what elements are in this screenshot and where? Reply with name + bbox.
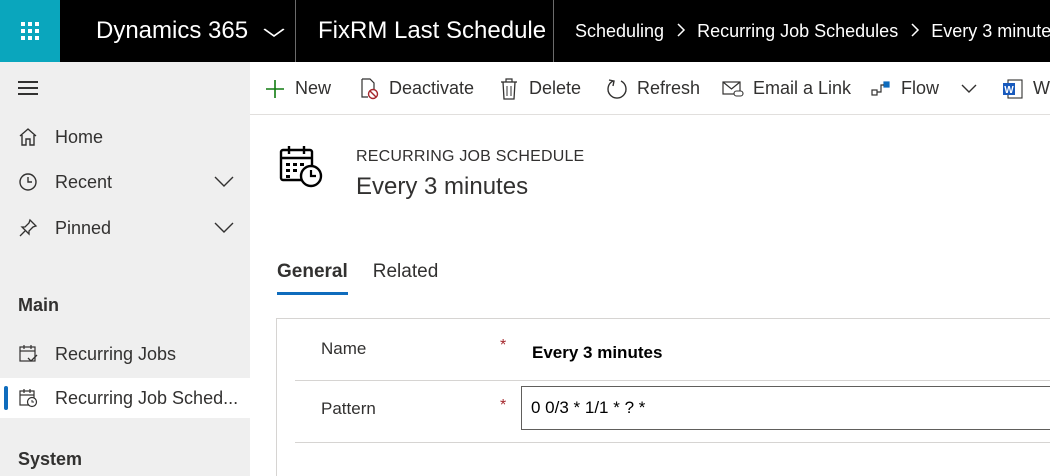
refresh-button[interactable]: Refresh — [606, 62, 701, 114]
required-indicator: * — [500, 397, 507, 414]
app-launcher-button[interactable] — [0, 0, 60, 62]
sidebar-group-title-system: System — [18, 449, 83, 469]
clock-icon — [16, 170, 40, 194]
email-link-button[interactable]: Email a Link — [722, 62, 852, 114]
app-name: Dynamics 365 — [96, 17, 249, 44]
pattern-field-row: Pattern * — [295, 381, 1050, 443]
home-icon — [16, 125, 40, 149]
trash-icon — [498, 77, 520, 100]
flow-button-label: Flow — [901, 78, 940, 98]
sidebar-item-pinned[interactable]: Pinned — [0, 208, 250, 248]
sidebar-item-home[interactable]: Home — [0, 117, 250, 157]
sidebar-item-label: Recurring Jobs — [55, 343, 177, 364]
svg-text:W: W — [1004, 85, 1014, 96]
breadcrumb: Scheduling Recurring Job Schedules Every… — [554, 0, 1050, 62]
word-templates-button-label: Wo — [1033, 78, 1050, 98]
refresh-button-label: Refresh — [637, 78, 701, 98]
sidebar-item-recurring-job-schedules[interactable]: Recurring Job Sched... — [0, 378, 250, 418]
deactivate-icon — [358, 77, 380, 100]
sidebar-item-recent[interactable]: Recent — [0, 162, 250, 202]
sidebar-group-title-main: Main — [18, 295, 60, 315]
required-indicator: * — [500, 337, 507, 354]
word-templates-button[interactable]: W Wo — [1002, 62, 1050, 114]
breadcrumb-item-scheduling[interactable]: Scheduling — [575, 21, 664, 42]
name-field-label: Name — [321, 339, 367, 358]
form-tabs: General Related — [277, 261, 463, 295]
new-button[interactable]: New — [264, 62, 332, 114]
chevron-down-icon — [263, 25, 285, 41]
deactivate-button-label: Deactivate — [389, 78, 475, 98]
calendar-clock-icon — [278, 143, 324, 189]
calendar-clock-icon — [16, 386, 40, 410]
word-icon: W — [1002, 78, 1024, 100]
chevron-right-icon — [677, 21, 686, 42]
top-navigation-bar: Dynamics 365 FixRM Last Schedule Schedul… — [0, 0, 1050, 62]
entity-type-label: RECURRING JOB SCHEDULE — [356, 148, 585, 165]
flow-icon — [870, 78, 892, 100]
pattern-field-label: Pattern — [321, 399, 376, 418]
plus-icon — [264, 78, 286, 100]
calendar-check-icon — [16, 342, 40, 366]
refresh-icon — [606, 78, 628, 100]
pin-icon — [16, 216, 40, 240]
waffle-icon — [21, 22, 39, 40]
email-link-icon — [722, 78, 744, 100]
breadcrumb-item-current-record: Every 3 minutes — [931, 20, 1050, 41]
chevron-down-icon[interactable] — [961, 78, 977, 99]
sidebar-item-label: Home — [55, 126, 104, 147]
sidebar-item-label: Pinned — [55, 217, 112, 238]
tab-general[interactable]: General — [277, 261, 348, 295]
chevron-down-icon[interactable] — [214, 172, 234, 193]
pattern-input[interactable] — [521, 386, 1050, 430]
record-title: Every 3 minutes — [356, 173, 529, 200]
name-field-value[interactable]: Every 3 minutes — [532, 343, 662, 363]
name-field-row: Name * Every 3 minutes — [295, 319, 1050, 381]
breadcrumb-item-recurring-job-schedules[interactable]: Recurring Job Schedules — [697, 21, 898, 42]
app-switcher-button[interactable]: Dynamics 365 — [60, 0, 296, 62]
flow-button[interactable]: Flow — [870, 62, 977, 114]
record-form: RECURRING JOB SCHEDULE Every 3 minutes G… — [250, 115, 1050, 476]
sidebar-item-label: Recurring Job Sched... — [55, 387, 239, 408]
new-button-label: New — [295, 78, 332, 98]
general-section: Name * Every 3 minutes Pattern * — [276, 318, 1050, 476]
sitemap-sidebar: Home Recent Pinned Main Recurring Jobs R… — [0, 62, 250, 476]
deactivate-button[interactable]: Deactivate — [358, 62, 475, 114]
email-link-button-label: Email a Link — [753, 78, 852, 98]
delete-button-label: Delete — [529, 78, 582, 98]
environment-name: FixRM Last Schedule — [296, 0, 554, 62]
delete-button[interactable]: Delete — [498, 62, 582, 114]
chevron-right-icon — [911, 21, 920, 42]
hamburger-menu-icon[interactable] — [18, 81, 38, 95]
sidebar-item-label: Recent — [55, 171, 113, 192]
sidebar-item-recurring-jobs[interactable]: Recurring Jobs — [0, 334, 250, 374]
tab-related[interactable]: Related — [373, 261, 439, 295]
chevron-down-icon[interactable] — [214, 218, 234, 239]
command-bar: New Deactivate Delete Refresh Email a Li… — [250, 62, 1050, 115]
